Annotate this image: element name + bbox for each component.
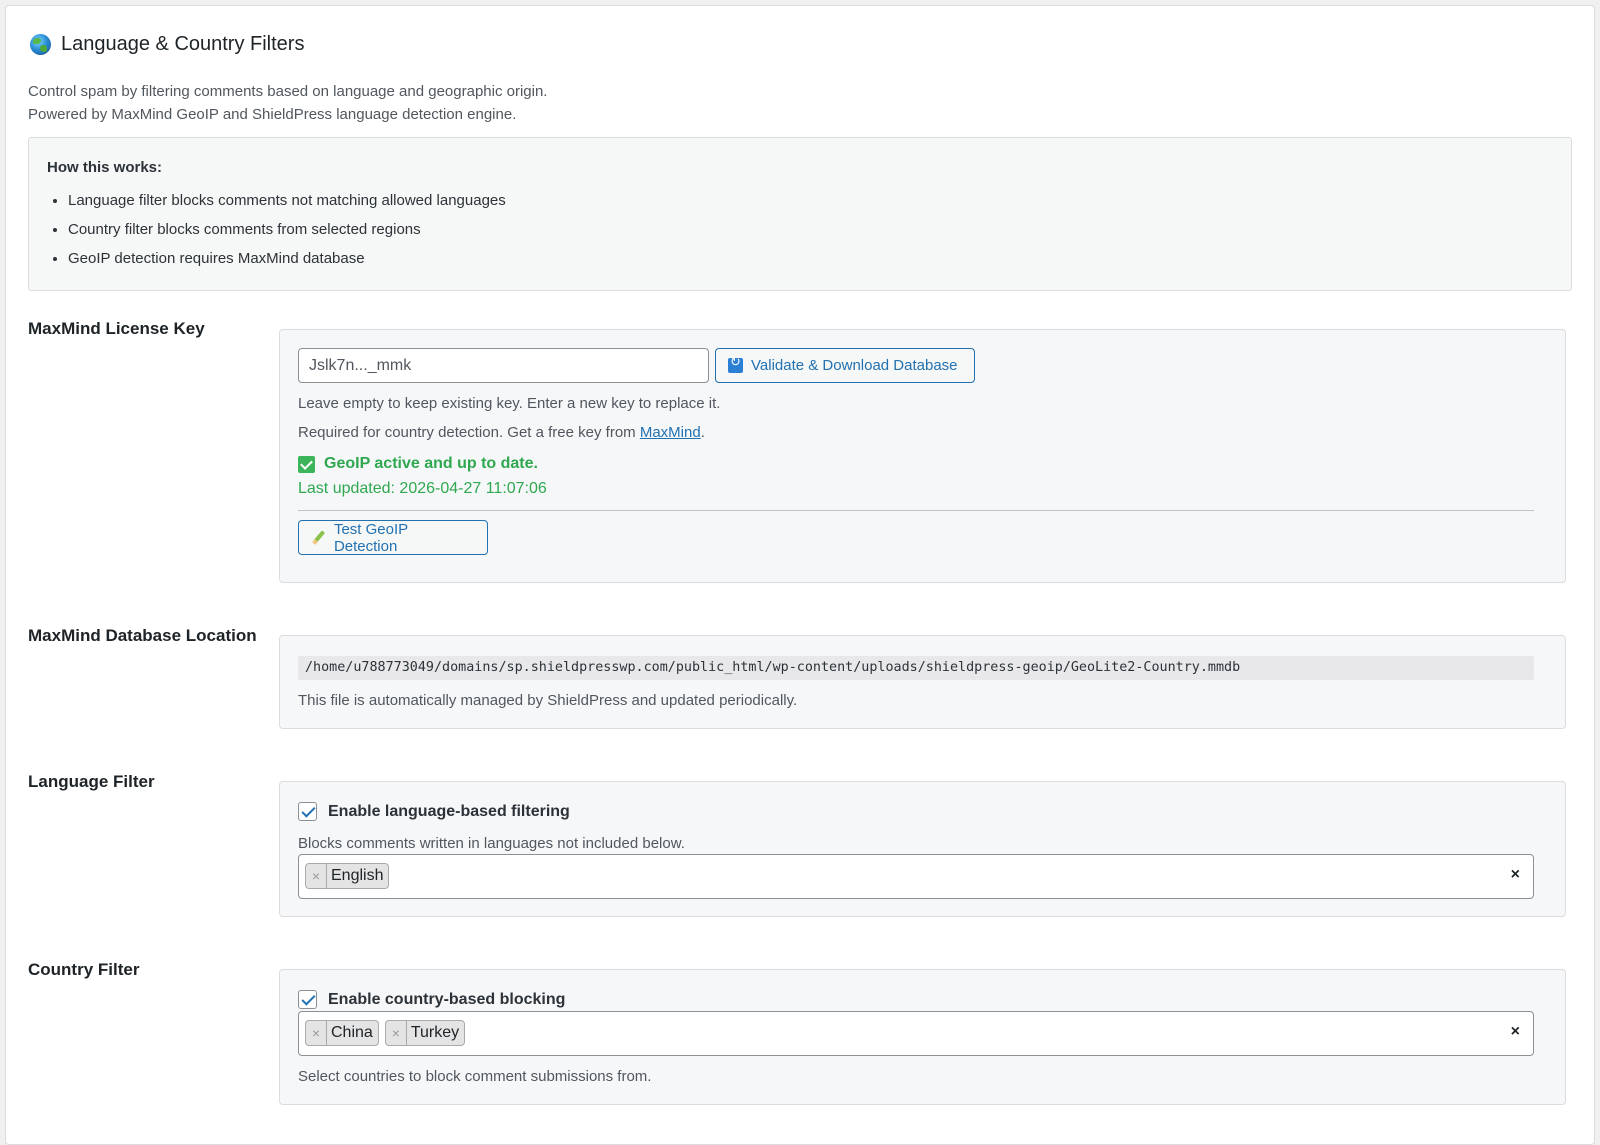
country-tag-label: China bbox=[331, 1024, 373, 1041]
country-filter-checkbox-label: Enable country-based blocking bbox=[328, 990, 566, 1008]
country-select[interactable]: × China × Turkey × bbox=[298, 1011, 1534, 1056]
database-path: /home/u788773049/domains/sp.shieldpressw… bbox=[298, 656, 1534, 680]
how-it-works-box: How this works: Language filter blocks c… bbox=[28, 137, 1572, 291]
remove-tag-icon[interactable]: × bbox=[386, 1021, 407, 1045]
list-item: GeoIP detection requires MaxMind databas… bbox=[68, 244, 506, 273]
selected-countries: × China × Turkey bbox=[305, 1020, 471, 1046]
clear-icon[interactable]: × bbox=[1511, 866, 1520, 884]
test-geoip-label: Test GeoIP Detection bbox=[333, 520, 408, 555]
database-help-text: This file is automatically managed by Sh… bbox=[298, 692, 798, 709]
license-key-input[interactable]: Jslk7n..._mmk bbox=[298, 348, 709, 383]
remove-tag-icon[interactable]: × bbox=[306, 864, 327, 888]
country-filter-card: Enable country-based blocking × China × … bbox=[279, 969, 1566, 1105]
list-item: Language filter blocks comments not matc… bbox=[68, 186, 506, 215]
license-key-label: MaxMind License Key bbox=[28, 319, 205, 338]
page-title: Language & Country Filters bbox=[61, 33, 305, 55]
license-key-card: Jslk7n..._mmk Validate & Download Databa… bbox=[279, 329, 1566, 583]
validate-download-label: Validate & Download Database bbox=[751, 357, 958, 374]
database-location-label: MaxMind Database Location bbox=[28, 626, 257, 645]
list-item: Country filter blocks comments from sele… bbox=[68, 215, 506, 244]
license-required-prefix: Required for country detection. Get a fr… bbox=[298, 424, 640, 441]
language-help-text: Blocks comments written in languages not… bbox=[298, 835, 685, 852]
language-filter-card: Enable language-based filtering Blocks c… bbox=[279, 781, 1566, 917]
divider bbox=[298, 510, 1534, 511]
language-filter-toggle[interactable]: Enable language-based filtering bbox=[298, 802, 570, 821]
settings-panel: Language & Country Filters Control spam … bbox=[5, 5, 1595, 1145]
license-required-text: Required for country detection. Get a fr… bbox=[298, 424, 705, 441]
language-filter-label: Language Filter bbox=[28, 772, 155, 791]
geoip-status-text: GeoIP active and up to date. bbox=[324, 455, 538, 472]
section-description: Control spam by filtering comments based… bbox=[28, 80, 547, 126]
section-header: Language & Country Filters bbox=[30, 33, 304, 56]
license-help-text: Leave empty to keep existing key. Enter … bbox=[298, 395, 721, 412]
language-filter-checkbox-label: Enable language-based filtering bbox=[328, 802, 570, 820]
license-required-suffix: . bbox=[700, 424, 705, 441]
validate-download-button[interactable]: Validate & Download Database bbox=[715, 348, 975, 383]
database-location-card: /home/u788773049/domains/sp.shieldpressw… bbox=[279, 635, 1566, 729]
check-icon bbox=[298, 455, 315, 473]
last-updated-text: Last updated: 2026-04-27 11:07:06 bbox=[298, 480, 547, 497]
test-geoip-button[interactable]: Test GeoIP Detection bbox=[298, 520, 488, 555]
country-filter-checkbox[interactable] bbox=[298, 990, 317, 1009]
country-filter-toggle[interactable]: Enable country-based blocking bbox=[298, 990, 565, 1009]
country-tag: × China bbox=[305, 1020, 379, 1046]
refresh-icon bbox=[728, 355, 743, 373]
country-tag: × Turkey bbox=[384, 1020, 466, 1046]
country-filter-label: Country Filter bbox=[28, 960, 140, 979]
language-tag: × English bbox=[305, 863, 390, 889]
how-it-works-list: Language filter blocks comments not matc… bbox=[68, 186, 506, 273]
language-tag-label: English bbox=[331, 867, 384, 884]
description-line: Powered by MaxMind GeoIP and ShieldPress… bbox=[28, 106, 517, 123]
country-help-text: Select countries to block comment submis… bbox=[298, 1068, 652, 1085]
language-select[interactable]: × English × bbox=[298, 854, 1534, 899]
language-filter-checkbox[interactable] bbox=[298, 802, 317, 821]
geoip-status: GeoIP active and up to date. bbox=[298, 455, 538, 473]
description-line: Control spam by filtering comments based… bbox=[28, 83, 548, 100]
selected-languages: × English bbox=[305, 863, 395, 889]
how-it-works-heading: How this works: bbox=[47, 159, 163, 176]
globe-icon bbox=[30, 34, 51, 55]
remove-tag-icon[interactable]: × bbox=[306, 1021, 327, 1045]
pencil-icon bbox=[311, 530, 326, 545]
clear-icon[interactable]: × bbox=[1511, 1023, 1520, 1041]
maxmind-link[interactable]: MaxMind bbox=[640, 424, 701, 441]
country-tag-label: Turkey bbox=[410, 1024, 460, 1041]
